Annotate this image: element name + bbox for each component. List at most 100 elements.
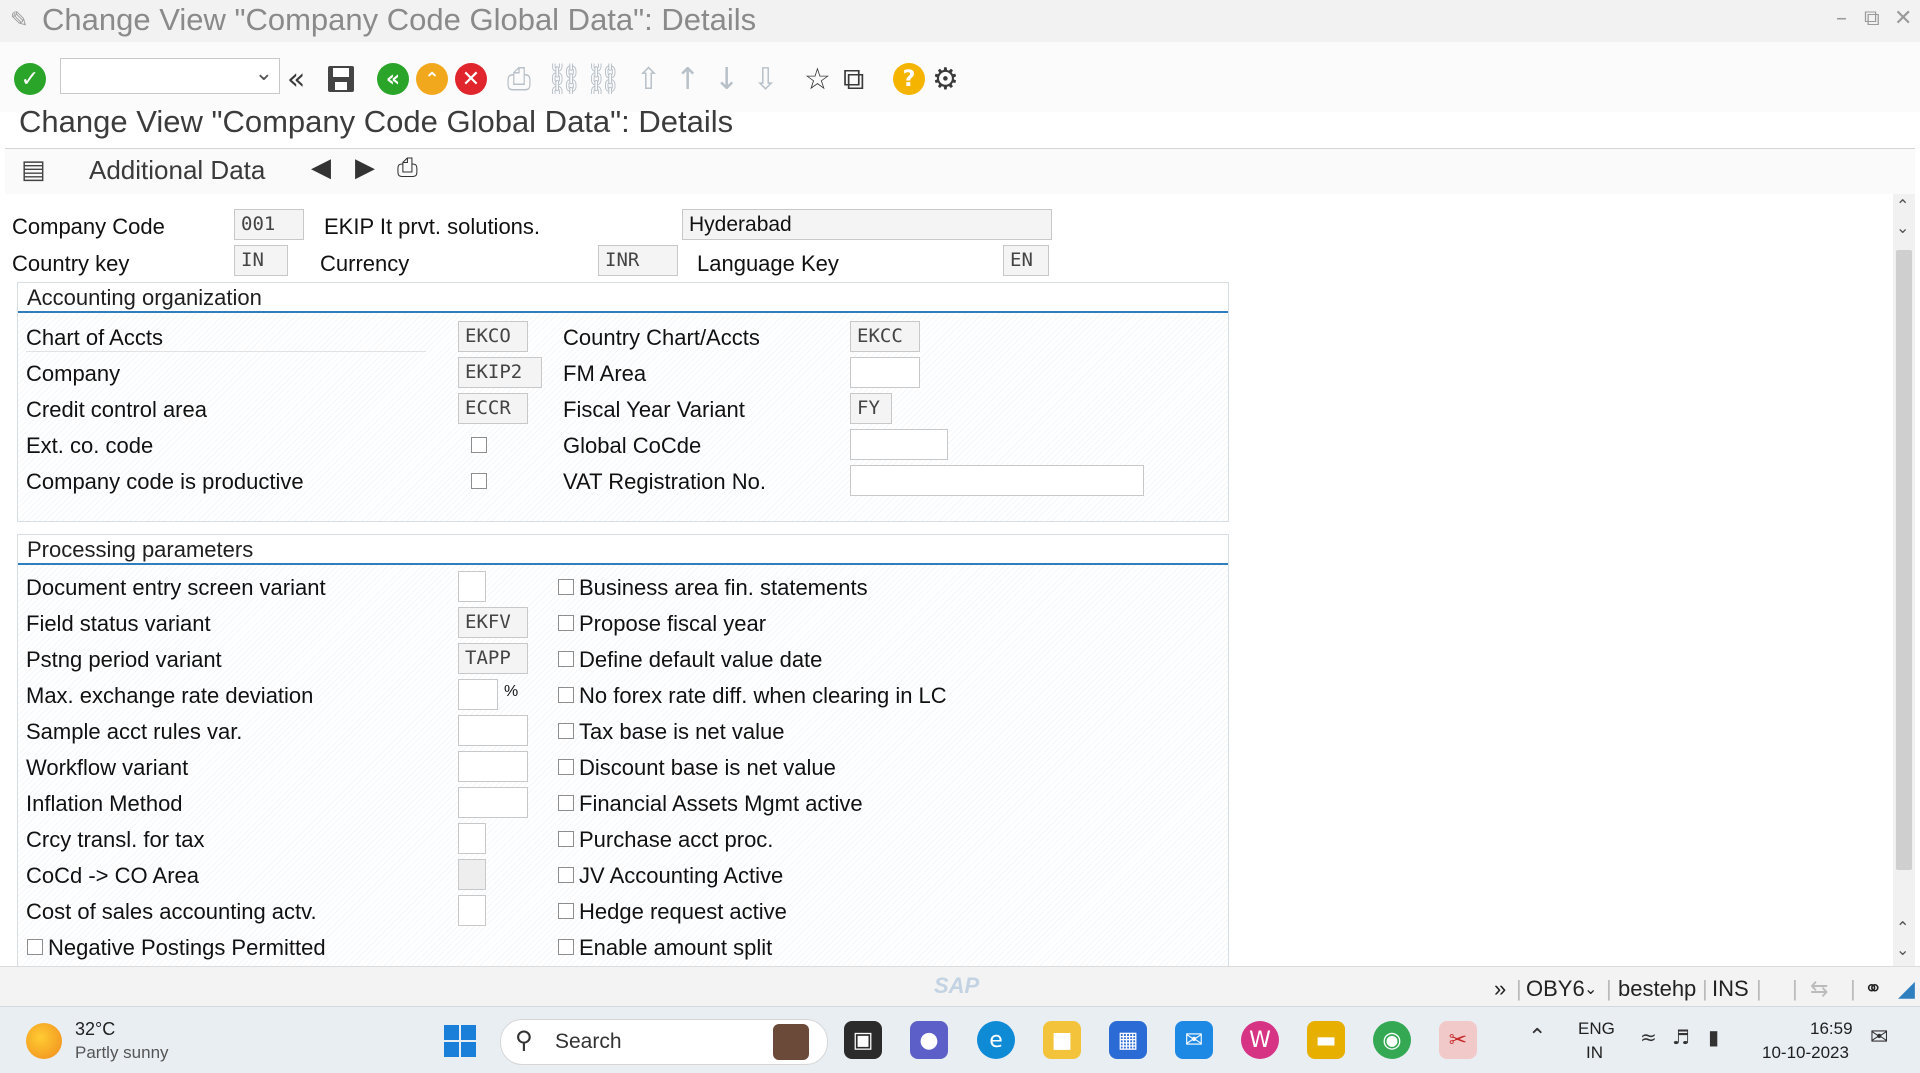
snipping-tool-icon[interactable]: ✂	[1439, 1021, 1477, 1059]
sap-logon-icon[interactable]: ▬	[1307, 1021, 1345, 1059]
language-key-field[interactable]: EN	[1003, 245, 1049, 276]
scroll-down-icon[interactable]: ⌄	[1896, 218, 1909, 237]
help-button[interactable]: ?	[893, 62, 925, 96]
notification-icon[interactable]: ✉	[1870, 1025, 1888, 1050]
sample-acct-label: Sample acct rules var.	[26, 719, 243, 744]
save-button[interactable]	[326, 62, 356, 96]
clock-date[interactable]: 10-10-2023	[1762, 1043, 1849, 1063]
checkbox-financial-assets[interactable]	[558, 795, 574, 811]
company-label: Company	[26, 361, 121, 386]
previous-page-button[interactable]: ↑	[675, 62, 700, 97]
label-discount-base-net: Discount base is net value	[579, 755, 836, 780]
checkbox-default-value-date[interactable]	[558, 651, 574, 667]
store-icon[interactable]: ▦	[1109, 1021, 1147, 1059]
first-page-button[interactable]: ⇧	[636, 62, 661, 97]
chevron-down-icon[interactable]: ⌄	[1584, 979, 1597, 999]
language-line1[interactable]: ENG	[1578, 1019, 1615, 1039]
checkbox-hedge-request[interactable]	[558, 903, 574, 919]
next-page-button[interactable]: ↓	[714, 62, 739, 97]
task-view-icon[interactable]: ▣	[844, 1021, 882, 1059]
workflow-field[interactable]	[458, 751, 528, 782]
exit-button[interactable]: ⌃	[416, 62, 448, 96]
doc-entry-field[interactable]	[458, 571, 486, 602]
taskbar-search[interactable]: ⚲ Search	[500, 1019, 828, 1065]
battery-icon[interactable]: ▮	[1708, 1025, 1719, 1049]
windows-taskbar: 32°C Partly sunny ⚲ Search ▣ ● e ■ ▦ ✉ W…	[0, 1006, 1920, 1073]
print-icon[interactable]: ⎙	[397, 153, 418, 184]
cocd-co-field[interactable]	[458, 859, 486, 890]
display-change-icon[interactable]: ▤	[21, 155, 46, 185]
checkbox-discount-base-net[interactable]	[558, 759, 574, 775]
scroll-up-icon[interactable]: ⌃	[1896, 918, 1909, 937]
mail-icon[interactable]: ✉	[1175, 1021, 1213, 1059]
vat-field[interactable]	[850, 465, 1144, 496]
ext-co-code-checkbox[interactable]	[471, 437, 487, 453]
productive-checkbox[interactable]	[471, 473, 487, 489]
fiscal-year-field[interactable]: FY	[850, 393, 892, 424]
company-field[interactable]: EKIP2	[458, 357, 542, 388]
inflation-field[interactable]	[458, 787, 528, 818]
sample-acct-field[interactable]	[458, 715, 528, 746]
command-field[interactable]: ⌄	[60, 58, 280, 94]
next-entry-icon[interactable]: ▶	[355, 153, 375, 183]
find-next-button[interactable]: ⛓	[584, 62, 622, 97]
fm-area-field[interactable]	[850, 357, 920, 388]
field-status-field[interactable]: EKFV	[458, 607, 528, 638]
clock-time[interactable]: 16:59	[1810, 1019, 1853, 1039]
scroll-down-icon[interactable]: ⌄	[1896, 940, 1909, 959]
credit-control-field[interactable]: ECCR	[458, 393, 528, 424]
favorites-button[interactable]: ☆	[804, 62, 831, 97]
weather-icon[interactable]	[26, 1023, 62, 1059]
cancel-button[interactable]: ✕	[455, 62, 487, 96]
global-cocde-field[interactable]	[850, 429, 948, 460]
print-button[interactable]: ⎙	[507, 62, 531, 97]
chrome-icon[interactable]: ◉	[1373, 1021, 1411, 1059]
scroll-up-icon[interactable]: ⌃	[1896, 196, 1909, 215]
chevron-down-icon[interactable]: ⌄	[255, 61, 273, 86]
new-session-button[interactable]: ⧉	[843, 62, 864, 97]
country-key-field[interactable]: IN	[234, 245, 288, 276]
edge-icon[interactable]: e	[977, 1021, 1015, 1059]
expand-status-icon[interactable]: »	[1494, 976, 1506, 1002]
close-window-icon[interactable]: ✕	[1894, 6, 1912, 31]
find-button[interactable]: ⛓	[545, 62, 583, 97]
chart-of-accts-field[interactable]: EKCO	[458, 321, 528, 352]
checkbox-jv-accounting[interactable]	[558, 867, 574, 883]
checkbox-propose-fiscal-year[interactable]	[558, 615, 574, 631]
scroll-thumb[interactable]	[1896, 250, 1912, 870]
window-menu-icon[interactable]: ✎	[10, 8, 28, 33]
last-page-button[interactable]: ⇩	[753, 62, 778, 97]
chat-icon[interactable]: ●	[910, 1021, 948, 1059]
chevron-up-icon[interactable]: ⌃	[1528, 1025, 1546, 1050]
checkbox-amount-split[interactable]	[558, 939, 574, 955]
country-chart-field[interactable]: EKCC	[850, 321, 920, 352]
crcy-transl-field[interactable]	[458, 823, 486, 854]
pstng-period-field[interactable]: TAPP	[458, 643, 528, 674]
company-code-field[interactable]: 001	[234, 209, 304, 240]
restore-icon[interactable]: ⧉	[1864, 6, 1880, 31]
volume-icon[interactable]: ♬	[1672, 1025, 1690, 1049]
checkbox-purchase-acct[interactable]	[558, 831, 574, 847]
collapse-toolbar-button[interactable]: «	[287, 62, 305, 97]
wps-icon[interactable]: W	[1241, 1021, 1279, 1059]
additional-data-button[interactable]: Additional Data	[89, 155, 265, 186]
max-exch-field[interactable]	[458, 679, 498, 710]
language-line2[interactable]: IN	[1586, 1043, 1603, 1063]
unlock-icon[interactable]: ⚭	[1864, 976, 1882, 1002]
enter-button[interactable]: ✓	[14, 62, 46, 96]
checkbox-no-forex-diff[interactable]	[558, 687, 574, 703]
insert-mode: INS	[1712, 976, 1749, 1001]
start-button[interactable]	[443, 1024, 477, 1058]
file-explorer-icon[interactable]: ■	[1043, 1021, 1081, 1059]
checkbox-business-area[interactable]	[558, 579, 574, 595]
previous-entry-icon[interactable]: ◀	[311, 153, 331, 183]
checkbox-tax-base-net[interactable]	[558, 723, 574, 739]
back-button[interactable]: «	[377, 62, 409, 96]
vertical-scrollbar[interactable]: ⌃ ⌄ ⌃ ⌄	[1893, 194, 1915, 966]
minimize-icon[interactable]: –	[1836, 6, 1847, 31]
wifi-icon[interactable]: ≈	[1640, 1025, 1657, 1049]
cost-sales-field[interactable]	[458, 895, 486, 926]
negative-postings-checkbox[interactable]	[27, 939, 43, 955]
customize-layout-button[interactable]: ⚙	[932, 62, 959, 97]
currency-field[interactable]: INR	[598, 245, 678, 276]
